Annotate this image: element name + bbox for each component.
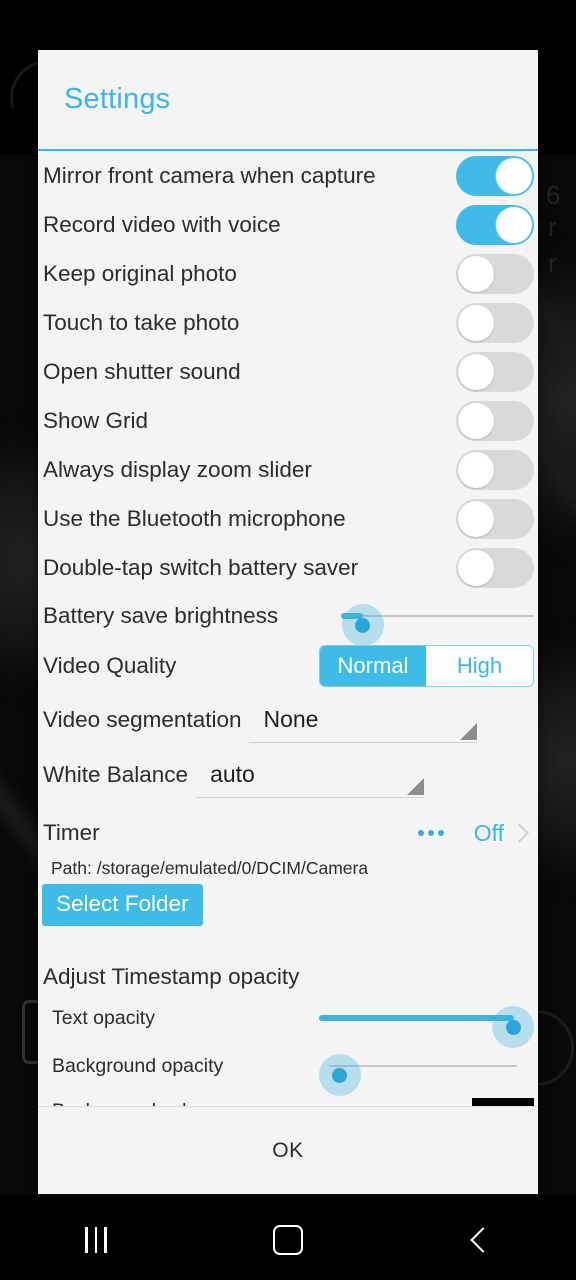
setting-label: Always display zoom slider xyxy=(43,456,312,482)
toggle-knob xyxy=(458,304,494,341)
dialog-footer: OK xyxy=(38,1106,538,1194)
slider-battery-save-brightness[interactable] xyxy=(329,596,534,646)
toggle-mirror-front-camera[interactable] xyxy=(456,155,534,196)
slider-thumb[interactable] xyxy=(506,1020,521,1035)
toggle-knob xyxy=(458,451,494,488)
toggle-use-bluetooth-microphone[interactable] xyxy=(456,498,534,539)
toggle-knob xyxy=(496,157,532,194)
setting-label: Mirror front camera when capture xyxy=(43,162,376,188)
toggle-double-tap-battery-saver[interactable] xyxy=(456,547,534,588)
setting-label: Double-tap switch battery saver xyxy=(43,554,359,580)
setting-label: Background opacity xyxy=(52,1054,224,1077)
toggle-keep-original-photo[interactable] xyxy=(456,253,534,294)
setting-label: Touch to take photo xyxy=(43,309,240,335)
home-icon xyxy=(273,1225,303,1255)
dropdown-triangle-icon xyxy=(407,778,425,795)
settings-dialog: Settings Mirror front camera when captur… xyxy=(38,50,538,1194)
setting-label: Keep original photo xyxy=(43,260,237,286)
setting-label: Background color xyxy=(43,1100,204,1107)
segment-high[interactable]: High xyxy=(426,646,533,686)
android-navigation-bar xyxy=(0,1200,576,1280)
spinner-white-balance[interactable]: auto xyxy=(196,751,425,798)
setting-row-timer[interactable]: Timer Off xyxy=(38,808,538,858)
slider-text-opacity[interactable] xyxy=(319,998,534,1048)
dialog-title-bar: Settings xyxy=(38,50,538,151)
spinner-video-segmentation[interactable]: None xyxy=(249,696,478,743)
overflow-dots-icon[interactable] xyxy=(417,830,444,836)
segmented-control-video-quality[interactable]: Normal High xyxy=(319,645,534,687)
spinner-value: auto xyxy=(210,760,255,787)
slider-thumb[interactable] xyxy=(332,1068,347,1083)
slider-thumb[interactable] xyxy=(355,618,370,633)
setting-label: Text opacity xyxy=(52,1006,155,1029)
toggle-knob xyxy=(458,500,494,537)
toggle-knob xyxy=(458,353,494,390)
backdrop-ghost-glyph-2: r xyxy=(548,212,557,242)
timer-value: Off xyxy=(473,819,504,846)
back-button[interactable] xyxy=(384,1200,576,1280)
setting-row-show-grid[interactable]: Show Grid xyxy=(38,396,538,445)
recents-button[interactable] xyxy=(0,1200,192,1280)
setting-row-text-opacity[interactable]: Text opacity xyxy=(38,994,538,1048)
setting-row-background-color[interactable]: Background color xyxy=(38,1090,538,1106)
toggle-knob xyxy=(458,549,494,586)
dropdown-triangle-icon xyxy=(460,723,478,740)
toggle-knob xyxy=(458,255,494,292)
background-color-swatch[interactable] xyxy=(472,1098,534,1106)
setting-row-video-quality[interactable]: Video Quality Normal High xyxy=(38,640,538,692)
setting-row-background-opacity[interactable]: Background opacity xyxy=(38,1042,538,1096)
setting-row-always-display-zoom-slider[interactable]: Always display zoom slider xyxy=(38,445,538,494)
ok-button[interactable]: OK xyxy=(242,1133,334,1169)
setting-label: Timer xyxy=(43,820,100,845)
setting-row-mirror-front-camera[interactable]: Mirror front camera when capture xyxy=(38,151,538,200)
setting-label: Use the Bluetooth microphone xyxy=(43,505,346,531)
setting-row-open-shutter-sound[interactable]: Open shutter sound xyxy=(38,347,538,396)
setting-row-battery-save-brightness[interactable]: Battery save brightness xyxy=(38,592,538,646)
setting-label: Video Quality xyxy=(43,653,177,678)
backdrop-ghost-glyph-1: 6 xyxy=(546,180,561,210)
toggle-always-display-zoom-slider[interactable] xyxy=(456,449,534,490)
slider-fill xyxy=(319,1015,514,1021)
toggle-touch-to-take-photo[interactable] xyxy=(456,302,534,343)
setting-row-touch-to-take-photo[interactable]: Touch to take photo xyxy=(38,298,538,347)
setting-label: Show Grid xyxy=(43,407,149,433)
home-button[interactable] xyxy=(192,1200,384,1280)
page-title: Settings xyxy=(64,83,171,115)
toggle-knob xyxy=(496,206,532,243)
setting-label: White Balance xyxy=(43,761,189,787)
recents-icon xyxy=(85,1227,107,1253)
spinner-value: None xyxy=(263,705,319,732)
setting-row-record-video-with-voice[interactable]: Record video with voice xyxy=(38,200,538,249)
segment-normal[interactable]: Normal xyxy=(320,646,426,686)
toggle-show-grid[interactable] xyxy=(456,400,534,441)
backdrop-ghost-glyph-3: r xyxy=(548,248,557,278)
setting-row-white-balance[interactable]: White Balance auto xyxy=(38,747,538,802)
setting-label: Video segmentation xyxy=(43,706,242,732)
setting-row-keep-original-photo[interactable]: Keep original photo xyxy=(38,249,538,298)
toggle-knob xyxy=(458,402,494,439)
setting-label: Record video with voice xyxy=(43,211,281,237)
back-chevron-icon xyxy=(469,1227,496,1253)
toggle-record-video-with-voice[interactable] xyxy=(456,204,534,245)
storage-path-text: Path: /storage/emulated/0/DCIM/Camera xyxy=(51,858,369,878)
chevron-right-icon[interactable] xyxy=(509,823,529,843)
setting-row-double-tap-battery-saver[interactable]: Double-tap switch battery saver xyxy=(38,543,538,592)
setting-label: Battery save brightness xyxy=(43,603,279,628)
toggle-open-shutter-sound[interactable] xyxy=(456,351,534,392)
settings-scroll-area[interactable]: Mirror front camera when capture Record … xyxy=(38,151,538,1106)
setting-row-use-bluetooth-microphone[interactable]: Use the Bluetooth microphone xyxy=(38,494,538,543)
setting-label: Open shutter sound xyxy=(43,358,241,384)
timestamp-section-title: Adjust Timestamp opacity xyxy=(43,964,300,989)
select-folder-button[interactable]: Select Folder xyxy=(42,884,203,926)
slider-background-opacity[interactable] xyxy=(319,1046,534,1096)
setting-row-video-segmentation[interactable]: Video segmentation None xyxy=(38,692,538,747)
